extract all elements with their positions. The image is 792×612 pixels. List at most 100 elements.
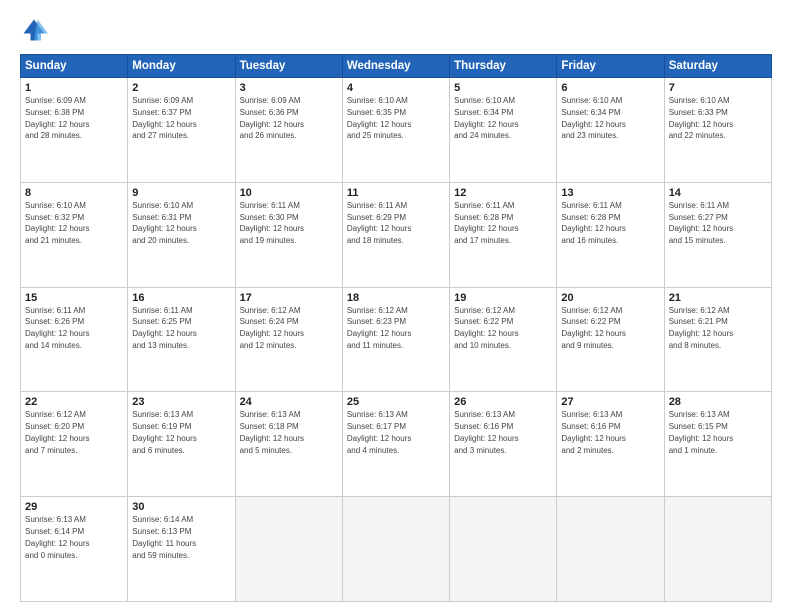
day-info: Sunrise: 6:14 AMSunset: 6:13 PMDaylight:… — [132, 515, 196, 559]
calendar-cell: 16 Sunrise: 6:11 AMSunset: 6:25 PMDaylig… — [128, 287, 235, 392]
day-number: 4 — [347, 82, 445, 94]
calendar-cell: 30 Sunrise: 6:14 AMSunset: 6:13 PMDaylig… — [128, 497, 235, 602]
day-number: 23 — [132, 396, 230, 408]
day-info: Sunrise: 6:12 AMSunset: 6:21 PMDaylight:… — [669, 306, 733, 350]
calendar-cell: 25 Sunrise: 6:13 AMSunset: 6:17 PMDaylig… — [342, 392, 449, 497]
calendar-cell: 29 Sunrise: 6:13 AMSunset: 6:14 PMDaylig… — [21, 497, 128, 602]
day-number: 14 — [669, 187, 767, 199]
calendar-header-wednesday: Wednesday — [342, 55, 449, 78]
calendar-cell: 8 Sunrise: 6:10 AMSunset: 6:32 PMDayligh… — [21, 182, 128, 287]
day-number: 2 — [132, 82, 230, 94]
calendar-cell: 24 Sunrise: 6:13 AMSunset: 6:18 PMDaylig… — [235, 392, 342, 497]
day-number: 29 — [25, 501, 123, 513]
calendar-header-row: SundayMondayTuesdayWednesdayThursdayFrid… — [21, 55, 772, 78]
calendar-cell: 28 Sunrise: 6:13 AMSunset: 6:15 PMDaylig… — [664, 392, 771, 497]
day-number: 21 — [669, 292, 767, 304]
calendar-cell — [664, 497, 771, 602]
calendar-cell: 13 Sunrise: 6:11 AMSunset: 6:28 PMDaylig… — [557, 182, 664, 287]
calendar-cell: 14 Sunrise: 6:11 AMSunset: 6:27 PMDaylig… — [664, 182, 771, 287]
day-info: Sunrise: 6:09 AMSunset: 6:38 PMDaylight:… — [25, 96, 89, 140]
day-info: Sunrise: 6:09 AMSunset: 6:36 PMDaylight:… — [240, 96, 304, 140]
calendar-header-friday: Friday — [557, 55, 664, 78]
day-info: Sunrise: 6:10 AMSunset: 6:35 PMDaylight:… — [347, 96, 411, 140]
calendar-header-tuesday: Tuesday — [235, 55, 342, 78]
calendar-table: SundayMondayTuesdayWednesdayThursdayFrid… — [20, 54, 772, 602]
day-number: 10 — [240, 187, 338, 199]
day-info: Sunrise: 6:10 AMSunset: 6:33 PMDaylight:… — [669, 96, 733, 140]
day-info: Sunrise: 6:11 AMSunset: 6:27 PMDaylight:… — [669, 201, 733, 245]
day-number: 13 — [561, 187, 659, 199]
day-number: 19 — [454, 292, 552, 304]
day-number: 3 — [240, 82, 338, 94]
day-info: Sunrise: 6:12 AMSunset: 6:23 PMDaylight:… — [347, 306, 411, 350]
calendar-cell: 10 Sunrise: 6:11 AMSunset: 6:30 PMDaylig… — [235, 182, 342, 287]
calendar-cell: 5 Sunrise: 6:10 AMSunset: 6:34 PMDayligh… — [450, 78, 557, 183]
calendar-cell — [450, 497, 557, 602]
day-number: 30 — [132, 501, 230, 513]
calendar-cell: 11 Sunrise: 6:11 AMSunset: 6:29 PMDaylig… — [342, 182, 449, 287]
day-info: Sunrise: 6:13 AMSunset: 6:15 PMDaylight:… — [669, 410, 733, 454]
day-info: Sunrise: 6:12 AMSunset: 6:24 PMDaylight:… — [240, 306, 304, 350]
calendar-cell: 7 Sunrise: 6:10 AMSunset: 6:33 PMDayligh… — [664, 78, 771, 183]
day-number: 8 — [25, 187, 123, 199]
calendar-cell — [557, 497, 664, 602]
page: SundayMondayTuesdayWednesdayThursdayFrid… — [0, 0, 792, 612]
day-info: Sunrise: 6:13 AMSunset: 6:17 PMDaylight:… — [347, 410, 411, 454]
day-number: 24 — [240, 396, 338, 408]
day-info: Sunrise: 6:12 AMSunset: 6:22 PMDaylight:… — [561, 306, 625, 350]
calendar-cell: 23 Sunrise: 6:13 AMSunset: 6:19 PMDaylig… — [128, 392, 235, 497]
calendar-week-5: 29 Sunrise: 6:13 AMSunset: 6:14 PMDaylig… — [21, 497, 772, 602]
day-info: Sunrise: 6:10 AMSunset: 6:31 PMDaylight:… — [132, 201, 196, 245]
calendar-cell: 19 Sunrise: 6:12 AMSunset: 6:22 PMDaylig… — [450, 287, 557, 392]
day-number: 18 — [347, 292, 445, 304]
day-number: 20 — [561, 292, 659, 304]
calendar-cell: 1 Sunrise: 6:09 AMSunset: 6:38 PMDayligh… — [21, 78, 128, 183]
calendar-cell — [235, 497, 342, 602]
calendar-header-sunday: Sunday — [21, 55, 128, 78]
calendar-cell: 6 Sunrise: 6:10 AMSunset: 6:34 PMDayligh… — [557, 78, 664, 183]
day-number: 9 — [132, 187, 230, 199]
logo — [20, 16, 52, 44]
calendar-cell: 20 Sunrise: 6:12 AMSunset: 6:22 PMDaylig… — [557, 287, 664, 392]
day-info: Sunrise: 6:11 AMSunset: 6:28 PMDaylight:… — [561, 201, 625, 245]
day-number: 12 — [454, 187, 552, 199]
calendar-week-1: 1 Sunrise: 6:09 AMSunset: 6:38 PMDayligh… — [21, 78, 772, 183]
calendar-cell: 3 Sunrise: 6:09 AMSunset: 6:36 PMDayligh… — [235, 78, 342, 183]
day-info: Sunrise: 6:10 AMSunset: 6:32 PMDaylight:… — [25, 201, 89, 245]
day-info: Sunrise: 6:12 AMSunset: 6:20 PMDaylight:… — [25, 410, 89, 454]
header — [20, 16, 772, 44]
day-number: 27 — [561, 396, 659, 408]
day-info: Sunrise: 6:13 AMSunset: 6:18 PMDaylight:… — [240, 410, 304, 454]
calendar-header-saturday: Saturday — [664, 55, 771, 78]
calendar-week-3: 15 Sunrise: 6:11 AMSunset: 6:26 PMDaylig… — [21, 287, 772, 392]
calendar-cell: 17 Sunrise: 6:12 AMSunset: 6:24 PMDaylig… — [235, 287, 342, 392]
day-number: 6 — [561, 82, 659, 94]
day-info: Sunrise: 6:11 AMSunset: 6:30 PMDaylight:… — [240, 201, 304, 245]
calendar-cell — [342, 497, 449, 602]
day-info: Sunrise: 6:13 AMSunset: 6:16 PMDaylight:… — [454, 410, 518, 454]
calendar-cell: 18 Sunrise: 6:12 AMSunset: 6:23 PMDaylig… — [342, 287, 449, 392]
calendar-cell: 4 Sunrise: 6:10 AMSunset: 6:35 PMDayligh… — [342, 78, 449, 183]
day-info: Sunrise: 6:13 AMSunset: 6:16 PMDaylight:… — [561, 410, 625, 454]
calendar-week-4: 22 Sunrise: 6:12 AMSunset: 6:20 PMDaylig… — [21, 392, 772, 497]
day-number: 15 — [25, 292, 123, 304]
calendar-cell: 15 Sunrise: 6:11 AMSunset: 6:26 PMDaylig… — [21, 287, 128, 392]
logo-icon — [20, 16, 48, 44]
day-number: 22 — [25, 396, 123, 408]
day-number: 16 — [132, 292, 230, 304]
day-number: 5 — [454, 82, 552, 94]
calendar-cell: 27 Sunrise: 6:13 AMSunset: 6:16 PMDaylig… — [557, 392, 664, 497]
day-info: Sunrise: 6:10 AMSunset: 6:34 PMDaylight:… — [454, 96, 518, 140]
day-number: 17 — [240, 292, 338, 304]
day-number: 28 — [669, 396, 767, 408]
day-info: Sunrise: 6:11 AMSunset: 6:25 PMDaylight:… — [132, 306, 196, 350]
day-info: Sunrise: 6:10 AMSunset: 6:34 PMDaylight:… — [561, 96, 625, 140]
calendar-cell: 2 Sunrise: 6:09 AMSunset: 6:37 PMDayligh… — [128, 78, 235, 183]
calendar-header-monday: Monday — [128, 55, 235, 78]
day-info: Sunrise: 6:12 AMSunset: 6:22 PMDaylight:… — [454, 306, 518, 350]
day-info: Sunrise: 6:13 AMSunset: 6:19 PMDaylight:… — [132, 410, 196, 454]
calendar-cell: 22 Sunrise: 6:12 AMSunset: 6:20 PMDaylig… — [21, 392, 128, 497]
day-number: 11 — [347, 187, 445, 199]
calendar-cell: 26 Sunrise: 6:13 AMSunset: 6:16 PMDaylig… — [450, 392, 557, 497]
calendar-cell: 21 Sunrise: 6:12 AMSunset: 6:21 PMDaylig… — [664, 287, 771, 392]
